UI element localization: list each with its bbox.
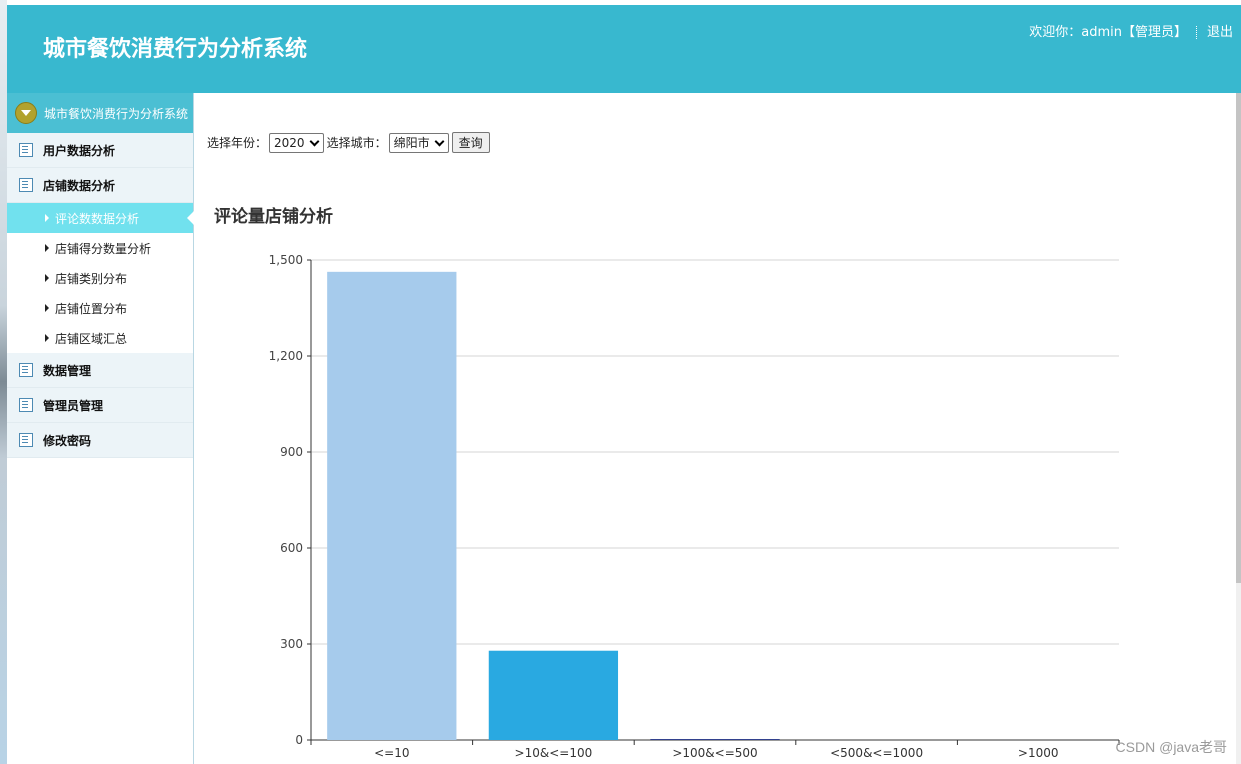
y-tick-label: 300 — [280, 637, 303, 651]
menu-label: 数据管理 — [43, 363, 92, 378]
menu-shop-analysis[interactable]: 店铺数据分析 — [7, 168, 193, 203]
watermark: CSDN @java老哥 — [1115, 739, 1227, 755]
app-header: 城市餐饮消费行为分析系统 欢迎你：admin【管理员】 退出 — [7, 5, 1241, 93]
submenu-label: 店铺区域汇总 — [55, 331, 128, 346]
y-tick-label: 0 — [295, 733, 303, 747]
submenu-region-summary[interactable]: 店铺区域汇总 — [7, 323, 193, 353]
menu-user-analysis[interactable]: 用户数据分析 — [7, 133, 193, 168]
sidebar-header[interactable]: 城市餐饮消费行为分析系统 — [7, 93, 193, 133]
scrollbar[interactable] — [1236, 93, 1241, 764]
user-bar: 欢迎你：admin【管理员】 退出 — [1029, 21, 1233, 40]
menu-data-management[interactable]: 数据管理 — [7, 353, 193, 388]
main-content: 选择年份： 2020 选择城市： 绵阳市 查询 评论量店铺分析 0 300 600 9… — [194, 93, 1234, 764]
menu-change-password[interactable]: 修改密码 — [7, 423, 193, 458]
list-icon — [19, 398, 33, 412]
submenu-score-analysis[interactable]: 店铺得分数量分析 — [7, 233, 193, 263]
logout-link[interactable]: 退出 — [1207, 25, 1233, 40]
system-title: 城市餐饮消费行为分析系统 — [42, 36, 307, 61]
submenu-label: 评论数数据分析 — [55, 211, 140, 226]
bar — [650, 739, 780, 740]
list-icon — [19, 363, 33, 377]
bar — [327, 271, 457, 740]
menu-label: 修改密码 — [43, 433, 92, 448]
submenu-label: 店铺位置分布 — [55, 301, 128, 316]
y-tick-label: 1,200 — [269, 349, 303, 363]
scrollbar-thumb[interactable] — [1236, 93, 1241, 583]
menu-label: 店铺数据分析 — [43, 178, 116, 193]
collapse-icon — [15, 102, 37, 124]
x-tick-label: <500&<=1000 — [830, 746, 923, 760]
submenu-category-distribution[interactable]: 店铺类别分布 — [7, 263, 193, 293]
submenu-location-distribution[interactable]: 店铺位置分布 — [7, 293, 193, 323]
triangle-right-icon — [45, 214, 49, 222]
menu-admin-management[interactable]: 管理员管理 — [7, 388, 193, 423]
list-icon — [19, 178, 33, 192]
x-tick-label: >10&<=100 — [515, 746, 593, 760]
x-tick-label: >100&<=500 — [672, 746, 757, 760]
y-tick-label: 900 — [280, 445, 303, 459]
bar-chart: 0 300 600 900 1,200 1,500 <=10 >10&<=100 >100&<=… — [269, 253, 1120, 760]
sidebar-header-label: 城市餐饮消费行为分析系统 — [44, 106, 189, 121]
y-tick-label: 600 — [280, 541, 303, 555]
submenu-label: 店铺得分数量分析 — [55, 241, 152, 256]
submenu-comment-analysis[interactable]: 评论数数据分析 — [7, 203, 194, 233]
triangle-right-icon — [45, 304, 49, 312]
separator — [1195, 26, 1198, 39]
desktop-edge — [0, 0, 7, 764]
list-icon — [19, 433, 33, 447]
x-tick-label: >1000 — [1018, 746, 1059, 760]
triangle-right-icon — [45, 244, 49, 252]
menu-label: 用户数据分析 — [43, 143, 116, 158]
y-tick-label: 1,500 — [269, 253, 303, 267]
bar — [488, 650, 619, 740]
triangle-right-icon — [45, 334, 49, 342]
triangle-right-icon — [45, 274, 49, 282]
submenu-label: 店铺类别分布 — [55, 271, 128, 286]
sidebar: 城市餐饮消费行为分析系统 用户数据分析 店铺数据分析 评论数数据分析 店铺得分数… — [7, 93, 194, 764]
list-icon — [19, 143, 33, 157]
menu-label: 管理员管理 — [43, 398, 104, 413]
welcome-text: 欢迎你：admin【管理员】 — [1029, 25, 1187, 40]
x-tick-label: <=10 — [374, 746, 409, 760]
